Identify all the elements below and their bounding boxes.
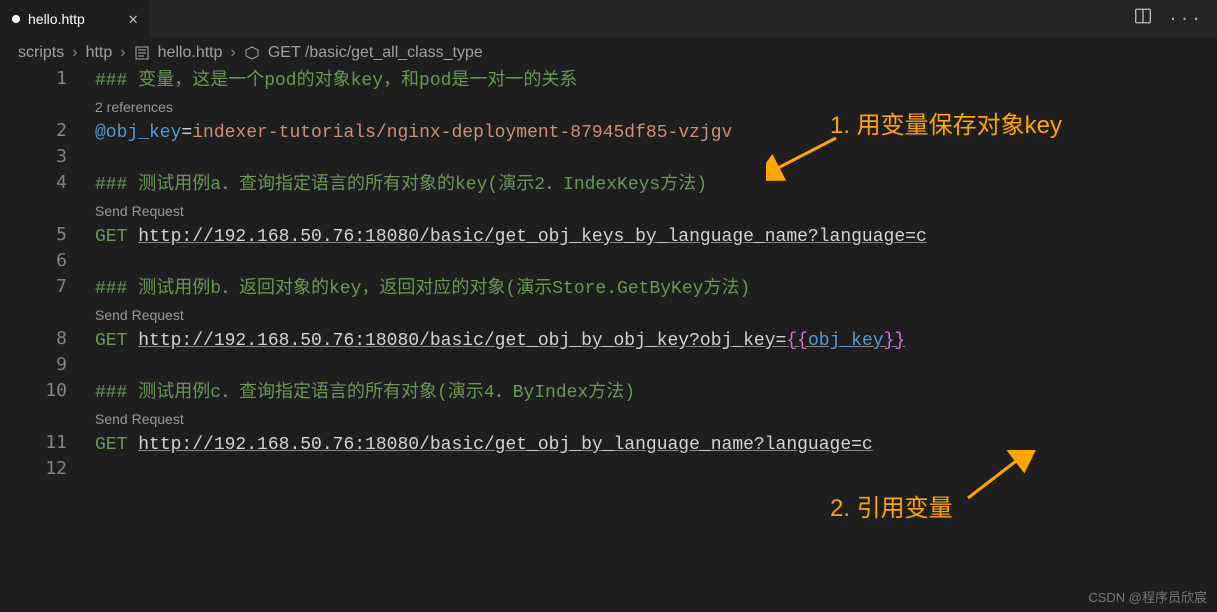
- line-number: 7: [0, 276, 95, 297]
- line-number: 10: [0, 380, 95, 401]
- http-method: GET: [95, 435, 127, 455]
- chevron-right-icon: ›: [231, 44, 236, 62]
- line-number: 11: [0, 432, 95, 453]
- http-method: GET: [95, 331, 127, 351]
- http-url[interactable]: http://192.168.50.76:18080/basic/get_obj…: [138, 435, 873, 455]
- chevron-right-icon: ›: [72, 44, 77, 62]
- variable-name: @obj_key: [95, 123, 181, 143]
- more-actions-icon[interactable]: ···: [1168, 10, 1203, 28]
- tab-hello-http[interactable]: hello.http ✕: [0, 0, 150, 37]
- file-icon: [134, 45, 150, 61]
- comment: ### 测试用例a．查询指定语言的所有对象的key(演示2．IndexKeys方…: [95, 175, 707, 195]
- line-number: 5: [0, 224, 95, 245]
- variable-reference: obj_key: [808, 331, 884, 351]
- template-brace-open: {{: [786, 331, 808, 351]
- variable-value: indexer-tutorials/nginx-deployment-87945…: [192, 123, 732, 143]
- line-number: 3: [0, 146, 95, 167]
- comment: ### 测试用例b．返回对象的key，返回对应的对象(演示Store.GetBy…: [95, 279, 750, 299]
- breadcrumb-part[interactable]: http: [86, 44, 113, 62]
- comment: ### 测试用例c．查询指定语言的所有对象(演示4．ByIndex方法): [95, 383, 635, 403]
- codelens-references[interactable]: 2 references: [95, 94, 173, 120]
- line-number: 8: [0, 328, 95, 349]
- http-url[interactable]: http://192.168.50.76:18080/basic/get_obj…: [138, 331, 905, 351]
- editor[interactable]: 1 ### 变量，这是一个pod的对象key，和pod是一对一的关系 2 ref…: [0, 68, 1217, 484]
- line-number: 2: [0, 120, 95, 141]
- http-method: GET: [95, 227, 127, 247]
- breadcrumb-part[interactable]: scripts: [18, 44, 64, 62]
- watermark: CSDN @程序员欣宸: [1088, 587, 1207, 606]
- line-number: 4: [0, 172, 95, 193]
- http-url[interactable]: http://192.168.50.76:18080/basic/get_obj…: [138, 227, 927, 247]
- tab-filename: hello.http: [28, 11, 85, 27]
- breadcrumb-part[interactable]: GET /basic/get_all_class_type: [268, 44, 483, 62]
- codelens-send-request[interactable]: Send Request: [95, 302, 184, 328]
- operator: =: [181, 123, 192, 143]
- codelens-send-request[interactable]: Send Request: [95, 198, 184, 224]
- split-editor-icon[interactable]: [1134, 7, 1152, 30]
- close-icon[interactable]: ✕: [128, 9, 138, 29]
- codelens-send-request[interactable]: Send Request: [95, 406, 184, 432]
- tab-actions: ···: [1120, 0, 1217, 37]
- line-number: 12: [0, 458, 95, 479]
- chevron-right-icon: ›: [120, 44, 125, 62]
- line-number: 6: [0, 250, 95, 271]
- modified-dot-icon: [12, 15, 20, 23]
- tab-bar: hello.http ✕ ···: [0, 0, 1217, 38]
- line-number: 9: [0, 354, 95, 375]
- breadcrumb[interactable]: scripts › http › hello.http › GET /basic…: [0, 38, 1217, 68]
- annotation-2: 2. 引用变量: [830, 488, 953, 523]
- breadcrumb-part[interactable]: hello.http: [158, 44, 223, 62]
- method-icon: [244, 45, 260, 61]
- comment: ### 变量，这是一个pod的对象key，和pod是一对一的关系: [95, 71, 577, 91]
- line-number: 1: [0, 68, 95, 89]
- template-brace-close: }}: [884, 331, 906, 351]
- url-prefix: http://192.168.50.76:18080/basic/get_obj…: [138, 331, 786, 351]
